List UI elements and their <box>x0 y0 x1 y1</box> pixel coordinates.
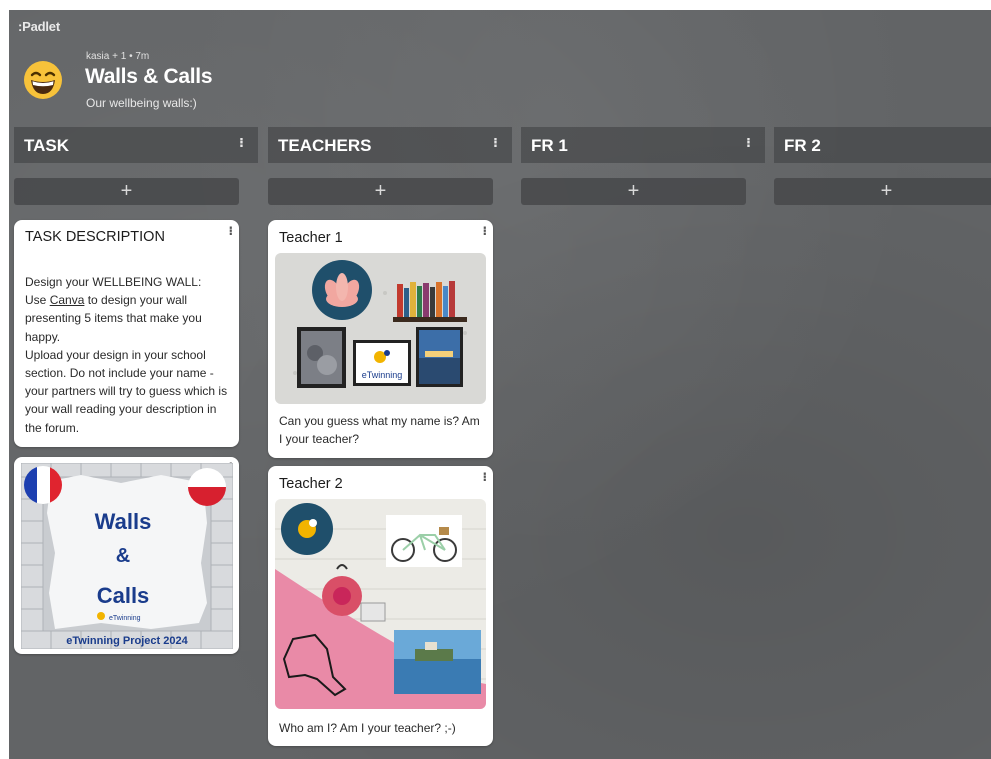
section-title: TEACHERS <box>278 136 372 155</box>
canva-link[interactable]: Canva <box>50 293 85 307</box>
section-menu-icon[interactable]: ⁝ <box>746 135 751 151</box>
svg-text:eTwinning: eTwinning <box>362 370 403 380</box>
section-header-task: TASK ⁝ <box>14 127 258 163</box>
post-body-line: Upload your design in your school sectio… <box>25 347 228 435</box>
post-body-line: Design your WELLBEING WALL: <box>25 275 202 289</box>
poland-flag-icon <box>188 468 226 506</box>
svg-text:eTwinning Project 2024: eTwinning Project 2024 <box>66 635 188 647</box>
post-menu-icon[interactable]: ⁝ <box>482 470 487 484</box>
post-title: TASK DESCRIPTION <box>25 229 165 245</box>
post-title: Teacher 2 <box>279 476 343 492</box>
post-caption: Who am I? Am I your teacher? ;-) <box>279 721 456 735</box>
section-menu-icon[interactable]: ⁝ <box>239 135 244 151</box>
section-title: FR 2 <box>784 136 821 155</box>
svg-text:Calls: Calls <box>97 583 150 608</box>
svg-text:Walls: Walls <box>95 509 152 534</box>
walls-calls-logo-image: Walls & Calls eTwinning eTwinning Projec… <box>21 463 233 649</box>
post-body-line: Use Canva to design your wall presenting… <box>25 291 230 346</box>
post-teacher-2[interactable]: ⁝ Teacher 2 Who am I? Am I your teacher?… <box>268 466 493 746</box>
post-menu-icon[interactable]: ⁝ <box>482 224 487 238</box>
post-body: Design your WELLBEING WALL: Use Canva to… <box>25 273 230 437</box>
section-title: TASK <box>24 136 70 155</box>
section-header-fr2: FR 2 ⁝ <box>774 127 991 163</box>
svg-text:eTwinning: eTwinning <box>109 615 141 622</box>
add-post-button[interactable]: + <box>774 178 991 205</box>
post-body-text: Use <box>25 293 50 308</box>
add-post-button[interactable]: + <box>521 178 746 205</box>
add-post-button[interactable]: + <box>268 178 493 205</box>
section-menu-icon[interactable]: ⁝ <box>493 135 498 151</box>
section-title: FR 1 <box>531 136 568 155</box>
grinning-face-icon <box>24 61 62 99</box>
section-header-teachers: TEACHERS ⁝ <box>268 127 512 163</box>
post-menu-icon[interactable]: ⁝ <box>228 224 233 238</box>
teacher2-wall-image <box>275 499 486 709</box>
post-project-logo[interactable]: ⁝ <box>14 457 239 654</box>
board-subtitle: Our wellbeing walls:) <box>86 96 197 110</box>
post-teacher-1[interactable]: ⁝ Teacher 1 eTwinning Can you guess what… <box>268 220 493 458</box>
teacher1-wall-image: eTwinning <box>275 253 486 404</box>
board-meta: kasia + 1 • 7m <box>86 51 150 62</box>
section-header-fr1: FR 1 ⁝ <box>521 127 765 163</box>
svg-text:&: & <box>116 545 130 567</box>
post-caption: Can you guess what my name is? Am I your… <box>279 414 480 446</box>
post-title: Teacher 1 <box>279 230 343 246</box>
board-title: Walls & Calls <box>85 65 213 88</box>
post-task-description[interactable]: ⁝ TASK DESCRIPTION Design your WELLBEING… <box>14 220 239 447</box>
padlet-board: :Padlet kasia + 1 • 7m Walls & Calls Our… <box>9 10 991 759</box>
add-post-button[interactable]: + <box>14 178 239 205</box>
padlet-logo[interactable]: :Padlet <box>18 19 60 34</box>
